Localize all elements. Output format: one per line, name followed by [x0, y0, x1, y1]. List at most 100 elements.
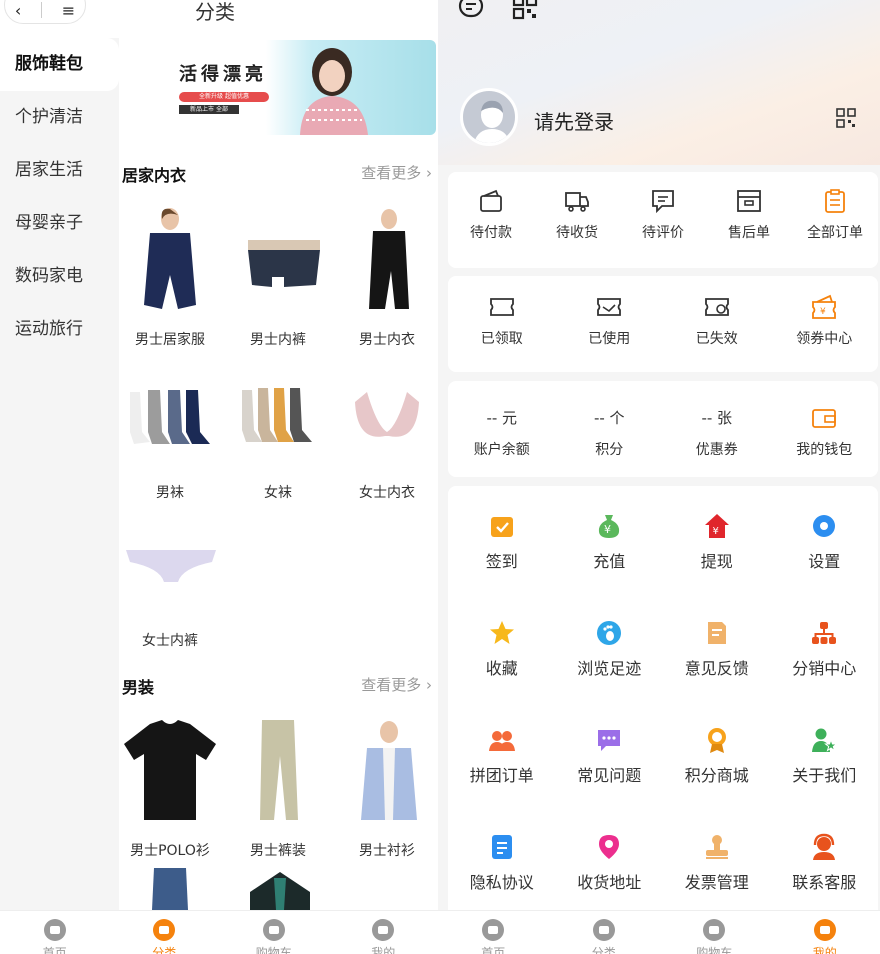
banner-model-image: [300, 48, 368, 135]
section-header-menswear: 男装 查看更多 ›: [122, 674, 438, 698]
login-prompt[interactable]: 请先登录: [534, 106, 614, 135]
comment-icon: [652, 190, 674, 214]
points[interactable]: -- 个积分: [556, 403, 664, 459]
my-wallet[interactable]: 我的钱包: [771, 403, 879, 459]
calendar-icon: [490, 517, 513, 537]
cart-icon: [703, 919, 726, 941]
services-card: 签到 ¥ 充值 ¥ 提现 设置 收藏 浏览足迹 意见反馈 分销中心 拼团订单 常见问…: [448, 486, 878, 926]
coupon-received[interactable]: 已领取: [448, 292, 556, 348]
bottom-tabbar: 首页 分类 购物车 我的: [0, 910, 438, 954]
banner-title: 活得漂亮: [179, 64, 267, 85]
wallet-icon: [812, 409, 837, 428]
document-icon: [491, 835, 512, 859]
product-image: [152, 868, 188, 910]
coupon-center[interactable]: ¥ 领券中心: [771, 292, 879, 348]
org-chart-icon: [812, 622, 837, 644]
service-withdraw[interactable]: ¥ 提现: [663, 486, 771, 593]
wallet-card: -- 元账户余额 -- 个积分 -- 张优惠券 我的钱包: [448, 381, 878, 477]
gear-icon: [813, 515, 836, 537]
svg-text:¥: ¥: [820, 307, 826, 317]
edit-doc-icon: [707, 622, 726, 644]
order-all[interactable]: 全部订单: [792, 186, 878, 242]
category-item-apparel[interactable]: 服饰鞋包: [0, 38, 119, 91]
order-pending-receipt[interactable]: 待收货: [534, 186, 620, 242]
service-recharge[interactable]: ¥ 充值: [556, 486, 664, 593]
category-item-home[interactable]: 居家生活: [0, 144, 119, 197]
order-after-sale[interactable]: 售后单: [706, 186, 792, 242]
section-title: 居家内衣: [122, 166, 187, 185]
category-screen: ‹ ≡ 分类 服饰鞋包 个护清洁 居家生活 母婴亲子 数码家电 运动旅行 活得漂…: [0, 0, 438, 954]
service-invoice[interactable]: 发票管理: [663, 807, 771, 914]
service-favorites[interactable]: 收藏: [448, 593, 556, 700]
product-image: [130, 390, 210, 444]
service-faq[interactable]: 常见问题: [556, 700, 664, 807]
order-pending-review[interactable]: 待评价: [620, 186, 706, 242]
product-item[interactable]: 男士居家服: [116, 205, 224, 349]
truck-icon: [565, 192, 589, 212]
message-icon[interactable]: [458, 0, 484, 20]
service-group-orders[interactable]: 拼团订单: [448, 700, 556, 807]
clipboard-icon: [825, 189, 845, 213]
category-item-baby[interactable]: 母婴亲子: [0, 197, 119, 250]
footprint-icon: [597, 621, 622, 645]
menu-icon[interactable]: ≡: [62, 1, 75, 20]
tab-home[interactable]: 首页: [438, 911, 549, 954]
service-checkin[interactable]: 签到: [448, 486, 556, 593]
category-item-sports[interactable]: 运动旅行: [0, 303, 119, 356]
tab-mine[interactable]: 我的: [770, 911, 880, 954]
category-icon: [592, 919, 615, 941]
coupon-count[interactable]: -- 张优惠券: [663, 403, 771, 459]
see-more-link[interactable]: 查看更多 ›: [361, 674, 432, 695]
product-image: [242, 388, 312, 442]
service-customer-support[interactable]: 联系客服: [771, 807, 879, 914]
product-image: [355, 392, 419, 437]
avatar[interactable]: [460, 88, 518, 146]
scan-icon[interactable]: [512, 0, 538, 20]
service-about-us[interactable]: 关于我们: [771, 700, 879, 807]
group-icon: [488, 731, 515, 751]
back-icon[interactable]: ‹: [15, 1, 21, 20]
service-privacy[interactable]: 隐私协议: [448, 807, 556, 914]
qrcode-icon[interactable]: [836, 108, 856, 128]
account-balance[interactable]: -- 元账户余额: [448, 403, 556, 459]
product-item[interactable]: 女士内衣: [333, 362, 438, 502]
tab-category[interactable]: 分类: [110, 911, 220, 954]
tab-category[interactable]: 分类: [549, 911, 660, 954]
medal-icon: [707, 728, 726, 753]
wallet-icon: [480, 189, 502, 212]
service-feedback[interactable]: 意见反馈: [663, 593, 771, 700]
see-more-link[interactable]: 查看更多 ›: [361, 162, 432, 183]
profile-screen: 请先登录 待付款 待收货 待评价 售后单 全部订单 已领取 已使用 已失效 ¥ 领…: [438, 0, 880, 954]
product-item[interactable]: 女士内裤: [116, 510, 224, 650]
service-address[interactable]: 收货地址: [556, 807, 664, 914]
product-item[interactable]: 男袜: [116, 362, 224, 502]
section-header-homewear: 居家内衣 查看更多 ›: [122, 162, 438, 186]
product-item[interactable]: 男士内裤: [224, 205, 332, 349]
category-item-electronics[interactable]: 数码家电: [0, 250, 119, 303]
ticket-icon: [489, 298, 514, 316]
service-settings[interactable]: 设置: [771, 486, 879, 593]
service-distribution[interactable]: 分销中心: [771, 593, 879, 700]
product-item[interactable]: 女袜: [224, 362, 332, 502]
product-item[interactable]: 男士裤装: [224, 716, 332, 860]
product-item[interactable]: 男士衬衫: [333, 716, 438, 860]
banner-tag: 全新升级 超值优惠: [179, 92, 269, 102]
category-icon: [153, 919, 176, 941]
coupon-expired[interactable]: 已失效: [663, 292, 771, 348]
order-pending-payment[interactable]: 待付款: [448, 186, 534, 242]
product-item[interactable]: 男士内衣: [333, 205, 438, 349]
tab-mine[interactable]: 我的: [329, 911, 439, 954]
nav-capsule[interactable]: ‹ ≡: [4, 0, 86, 24]
category-item-personal-care[interactable]: 个护清洁: [0, 91, 119, 144]
service-points-mall[interactable]: 积分商城: [663, 700, 771, 807]
tab-cart[interactable]: 购物车: [659, 911, 770, 954]
product-item[interactable]: 男士POLO衫: [116, 716, 224, 860]
promo-banner[interactable]: 活得漂亮 全新升级 超值优惠 新品上市 全部: [127, 40, 436, 135]
tab-cart[interactable]: 购物车: [219, 911, 329, 954]
ticket-expired-icon: [704, 298, 729, 316]
tab-home[interactable]: 首页: [0, 911, 110, 954]
chat-bubble-icon: [598, 730, 621, 751]
coupon-used[interactable]: 已使用: [556, 292, 664, 348]
service-history[interactable]: 浏览足迹: [556, 593, 664, 700]
svg-text:¥: ¥: [604, 523, 611, 536]
